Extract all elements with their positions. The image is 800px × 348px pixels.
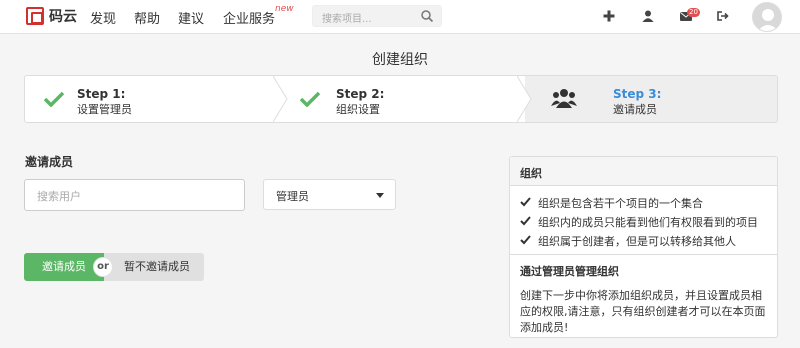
skip-invite-button[interactable]: 暂不邀请成员 [104, 253, 204, 281]
role-selected-value: 管理员 [276, 190, 309, 203]
mail-count-badge: 20 [687, 8, 700, 17]
avatar-icon [757, 9, 779, 31]
nav-enterprise[interactable]: 企业服务 [223, 8, 275, 27]
step-1: Step 1: 设置管理员 [25, 76, 281, 122]
step-3: Step 3: 邀请成员 [525, 76, 777, 122]
invite-button[interactable]: 邀请成员 [24, 253, 104, 281]
step-2-title: Step 2: [336, 87, 385, 101]
steps-wizard: Step 1: 设置管理员 Step 2: 组织设置 Step 3: 邀请成员 [24, 75, 778, 123]
check-icon [520, 197, 531, 207]
or-divider: or [93, 257, 113, 277]
page-title: 创建组织 [372, 52, 428, 68]
top-navbar: 码云 发现 帮助 建议 企业服务 new 搜索项目... 20 [0, 0, 800, 34]
logo-icon [26, 7, 44, 25]
nav-discover[interactable]: 发现 [90, 8, 116, 27]
logout-icon[interactable] [716, 9, 730, 23]
search-icon[interactable] [420, 9, 434, 23]
search-input[interactable]: 搜索项目... [312, 5, 442, 27]
info-panel: 组织 组织是包含若干个项目的一个集合 组织内的成员只能看到他们有权限看到的项目 … [509, 156, 778, 338]
logo-text: 码云 [49, 9, 77, 25]
step-2: Step 2: 组织设置 [281, 76, 525, 122]
panel-subtitle: 通过管理员管理组织 [520, 265, 619, 278]
check-icon [43, 91, 65, 107]
check-icon [299, 91, 321, 107]
list-item-text: 组织是包含若干个项目的一个集合 [538, 197, 703, 210]
role-select[interactable]: 管理员 [263, 179, 396, 210]
step-3-title: Step 3: [613, 87, 662, 101]
new-badge: new [275, 4, 294, 14]
user-icon[interactable] [641, 9, 655, 23]
search-placeholder: 搜索项目... [322, 14, 372, 25]
panel-title: 组织 [520, 167, 542, 180]
caret-down-icon [376, 193, 384, 198]
plus-icon[interactable] [602, 9, 616, 23]
step-3-subtitle: 邀请成员 [613, 103, 657, 116]
step-1-subtitle: 设置管理员 [77, 103, 132, 116]
user-search-placeholder: 搜索用户 [37, 190, 81, 203]
list-item-text: 组织属于创建者，但是可以转移给其他人 [538, 235, 736, 248]
step-separator [517, 76, 533, 122]
check-icon [520, 235, 531, 245]
invite-section-label: 邀请成员 [25, 155, 74, 169]
panel-description: 创建下一步中你将添加组织成员，并且设置成员相应的权限,请注意，只有组织创建者才可… [520, 289, 766, 334]
nav-suggest[interactable]: 建议 [178, 8, 204, 27]
step-2-subtitle: 组织设置 [336, 103, 380, 116]
nav-help[interactable]: 帮助 [134, 8, 160, 27]
logo[interactable]: 码云 [26, 6, 77, 26]
panel-list: 组织是包含若干个项目的一个集合 组织内的成员只能看到他们有权限看到的项目 组织属… [510, 187, 777, 255]
users-icon [551, 89, 577, 108]
check-icon [520, 216, 531, 226]
panel-header: 组织 [510, 157, 777, 186]
user-search-input[interactable]: 搜索用户 [24, 179, 245, 211]
list-item-text: 组织内的成员只能看到他们有权限看到的项目 [538, 216, 758, 229]
step-1-title: Step 1: [77, 87, 126, 101]
avatar[interactable] [752, 2, 782, 32]
